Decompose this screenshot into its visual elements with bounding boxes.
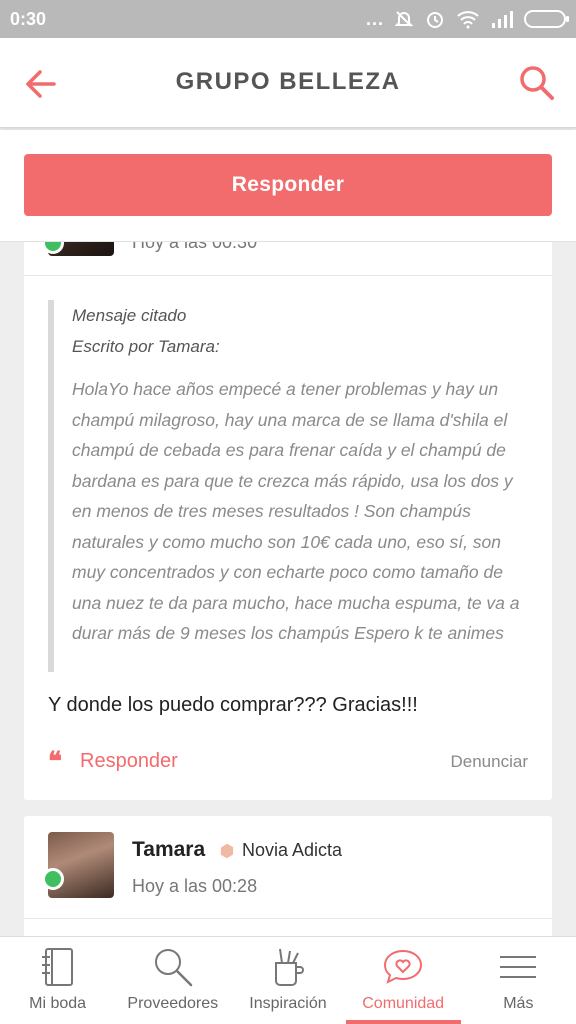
search-icon[interactable] bbox=[518, 64, 556, 102]
bottom-nav: Mi boda Proveedores Inspiración Comunida… bbox=[0, 936, 576, 1024]
quoted-message: Mensaje citado Escrito por Tamara: HolaY… bbox=[48, 300, 532, 672]
post-reply-button[interactable]: Responder bbox=[80, 750, 178, 773]
mute-icon bbox=[394, 11, 414, 27]
nav-item-inspiracion[interactable]: Inspiración bbox=[230, 937, 345, 1024]
more-notifications-icon: ... bbox=[365, 8, 384, 29]
status-time: 0:30 bbox=[10, 9, 47, 29]
post-header: Hoy a las 00:30 bbox=[24, 242, 552, 276]
status-bar: 0:30 ... bbox=[0, 0, 576, 38]
menu-icon bbox=[500, 956, 537, 978]
rank-badge-icon bbox=[217, 841, 236, 860]
nav-label: Mi boda bbox=[29, 995, 87, 1012]
search-icon bbox=[154, 949, 193, 987]
signal-icon bbox=[492, 11, 513, 28]
post-message: Y donde los puedo comprar??? Gracias!!! bbox=[48, 694, 418, 716]
nav-label: Proveedores bbox=[127, 995, 219, 1012]
post-card: Hoy a las 00:30 Mensaje citado Escrito p… bbox=[24, 242, 552, 800]
author-name[interactable]: Tamara bbox=[132, 838, 205, 862]
reply-button[interactable]: Responder bbox=[24, 154, 552, 216]
wifi-icon bbox=[457, 11, 479, 29]
alarm-icon bbox=[427, 12, 443, 28]
thread-content[interactable]: Hoy a las 00:30 Mensaje citado Escrito p… bbox=[0, 242, 576, 936]
quote-icon[interactable]: ❝ bbox=[48, 749, 62, 775]
battery-icon bbox=[524, 10, 569, 28]
nav-item-mi-boda[interactable]: Mi boda bbox=[0, 937, 115, 1024]
nav-item-proveedores[interactable]: Proveedores bbox=[115, 937, 230, 1024]
nav-label: Comunidad bbox=[362, 995, 445, 1012]
nav-label: Más bbox=[503, 995, 534, 1012]
app-header: GRUPO BELLEZA bbox=[0, 38, 576, 128]
post-card: Tamara Novia Adicta Hoy a las 00:28 bbox=[24, 816, 552, 936]
status-icons: ... bbox=[365, 8, 569, 30]
post-actions: ❝ Responder Denunciar bbox=[48, 748, 528, 778]
page-title: GRUPO BELLEZA bbox=[175, 68, 401, 95]
quote-text: HolaYo hace años empecé a tener problema… bbox=[72, 379, 520, 643]
quote-label: Mensaje citado bbox=[72, 306, 187, 325]
post-date: Hoy a las 00:28 bbox=[132, 876, 258, 896]
post-date: Hoy a las 00:30 bbox=[132, 242, 258, 252]
pencil-cup-icon bbox=[274, 948, 304, 986]
report-button[interactable]: Denunciar bbox=[451, 752, 529, 772]
heart-chat-icon bbox=[384, 949, 423, 984]
nav-item-mas[interactable]: Más bbox=[461, 937, 576, 1024]
online-status-icon bbox=[42, 868, 64, 890]
divider bbox=[24, 918, 552, 919]
author-rank: Novia Adicta bbox=[242, 840, 343, 860]
nav-label: Inspiración bbox=[249, 995, 327, 1012]
quote-author: Escrito por Tamara: bbox=[72, 337, 220, 356]
reply-bar: Responder bbox=[0, 130, 576, 242]
notebook-icon bbox=[41, 948, 73, 986]
nav-item-comunidad[interactable]: Comunidad bbox=[345, 937, 461, 1024]
